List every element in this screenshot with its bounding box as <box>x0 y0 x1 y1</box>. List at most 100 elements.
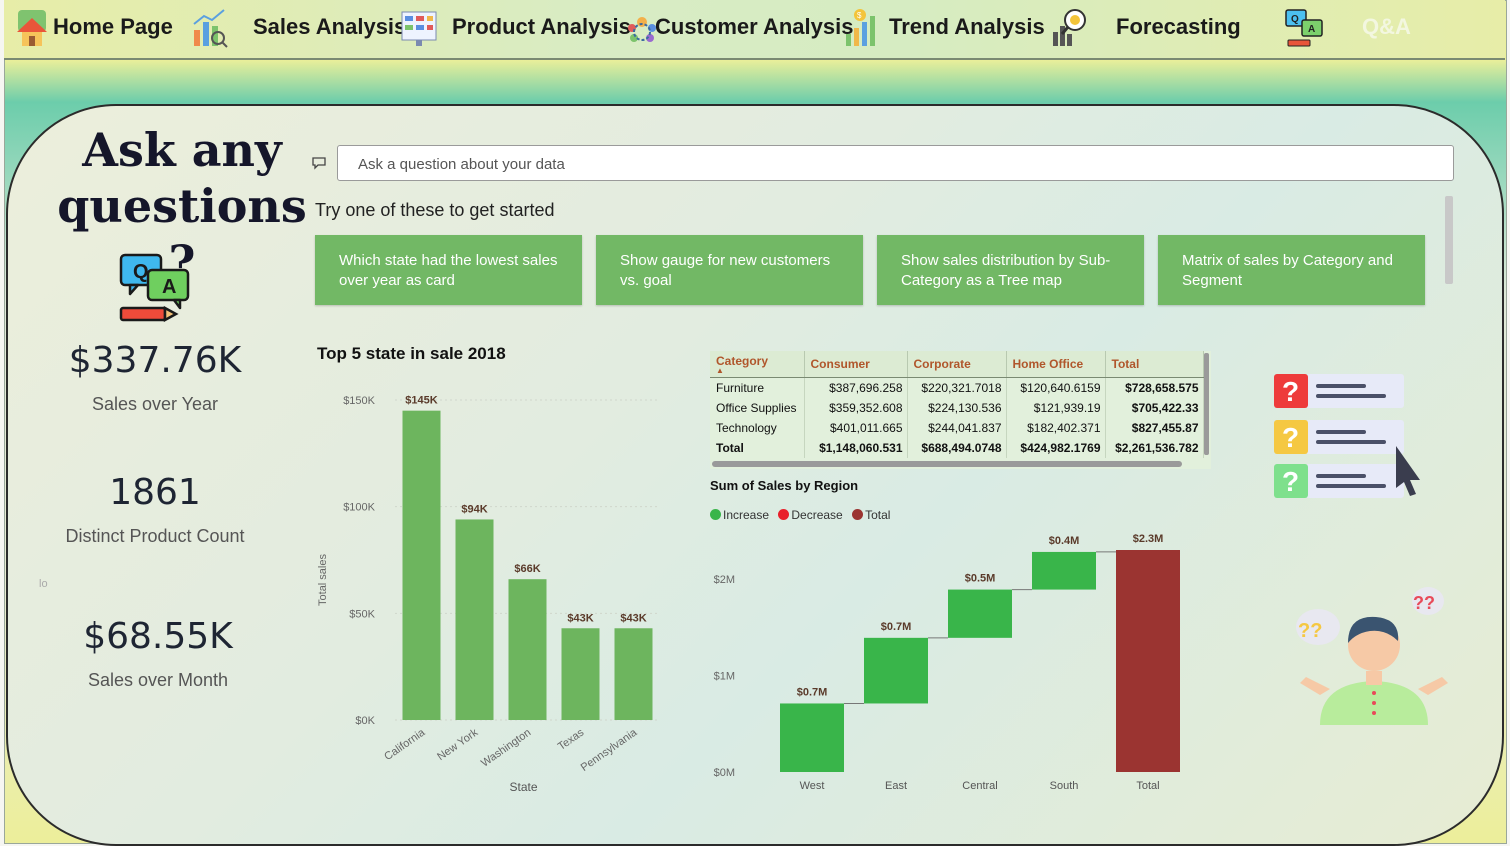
qa-scrollbar[interactable] <box>1445 196 1453 284</box>
matrix-cell: Total <box>710 438 805 458</box>
svg-text:?: ? <box>1282 376 1299 407</box>
waterfall-value-label: $0.4M <box>1049 535 1080 547</box>
legend-increase-dot <box>710 509 721 520</box>
matrix-cell: $182,402.371 <box>1006 418 1106 438</box>
matrix-cell: $387,696.258 <box>804 377 908 398</box>
suggestion-chip-lowest-state[interactable]: Which state had the lowest sales over ye… <box>315 235 582 305</box>
suggestion-chip-matrix-category-segment[interactable]: Matrix of sales by Category and Segment <box>1158 235 1425 305</box>
kpi-distinct-product-count-label: Distinct Product Count <box>65 526 245 546</box>
legend-total: Total <box>852 508 890 522</box>
waterfall-value-label: $0.7M <box>881 621 912 633</box>
bar-california <box>402 410 441 720</box>
matrix-cell: $244,041.837 <box>907 418 1007 438</box>
kpi-sales-over-year-value: $337.76K <box>68 340 242 381</box>
svg-text:$: $ <box>857 11 862 20</box>
waterfall-bar-west <box>780 703 844 772</box>
x-tick-label: East <box>885 780 907 792</box>
top-states-bar-chart: $0K $50K $100K $150K $145K California $94K New … <box>317 395 660 794</box>
waterfall-bar-east <box>864 637 928 704</box>
bar-value-label: $43K <box>567 612 593 624</box>
svg-text:A: A <box>1308 24 1315 35</box>
nav-product-analysis[interactable]: Product Analysis <box>452 14 631 40</box>
matrix-cell: $705,422.33 <box>1105 398 1204 418</box>
waterfall-bar-central <box>948 589 1012 638</box>
matrix-cell: Technology <box>710 418 805 438</box>
matrix-cell: Office Supplies <box>710 398 805 418</box>
svg-text:?: ? <box>1282 422 1299 453</box>
kpi-distinct-product-count-value: 1861 <box>109 472 201 513</box>
y-tick-label: $0K <box>355 715 375 727</box>
waterfall-value-label: $0.5M <box>965 573 996 585</box>
y-axis-title: Total sales <box>317 554 329 606</box>
x-tick-label: California <box>382 726 428 763</box>
kpi-sales-over-year-label: Sales over Year <box>91 394 219 414</box>
nav-forecasting[interactable]: Forecasting <box>1116 14 1241 40</box>
matrix-row-furniture: Furniture $387,696.258 $220,321.7018 $12… <box>710 377 1204 398</box>
matrix-header-row: Category ▲ Consumer Corporate Home Office… <box>710 351 1204 378</box>
qa-question-input[interactable] <box>356 148 1440 180</box>
matrix-header-home-office[interactable]: Home Office <box>1006 351 1106 378</box>
legend-decrease: Decrease <box>778 508 843 522</box>
matrix-horizontal-scrollbar[interactable] <box>712 461 1182 467</box>
matrix-cell: $401,011.665 <box>804 418 908 438</box>
bar-value-label: $94K <box>461 503 487 515</box>
waterfall-bar-total <box>1116 550 1180 772</box>
top-navigation-bar: Home Page Sales Analysis Product Analysi… <box>4 0 1505 60</box>
suggestion-chip-treemap-subcategory[interactable]: Show sales distribution by Sub-Category … <box>877 235 1144 305</box>
svg-text:Q: Q <box>1291 14 1299 25</box>
matrix-header-category[interactable]: Category ▲ <box>710 351 805 378</box>
legend-increase: Increase <box>710 508 769 522</box>
matrix-cell: $688,494.0748 <box>907 438 1007 458</box>
x-tick-label: West <box>800 780 825 792</box>
matrix-cell: $1,148,060.531 <box>804 438 908 458</box>
forecast-magnifier-icon <box>1053 9 1086 46</box>
waterfall-bar-south <box>1032 551 1096 590</box>
sales-matrix: Category ▲ Consumer Corporate Home Office… <box>710 351 1211 469</box>
bar-value-label: $145K <box>405 395 437 407</box>
svg-text:Q: Q <box>133 261 149 283</box>
svg-text:??: ?? <box>1413 593 1435 613</box>
bar-value-label: $43K <box>620 612 646 624</box>
trend-chart-icon: $ <box>846 9 875 46</box>
confused-person-illustration: ?? ?? <box>1296 587 1448 725</box>
matrix-vertical-scrollbar[interactable] <box>1204 353 1209 455</box>
ask-title-line1: Ask any <box>82 123 282 177</box>
qa-search-box[interactable] <box>337 145 1454 181</box>
matrix-row-total: Total $1,148,060.531 $688,494.0748 $424,… <box>710 438 1204 458</box>
x-tick-label: Pennsylvania <box>579 726 640 774</box>
kpi-sales-over-month-value: $68.55K <box>83 616 233 657</box>
waterfall-title: Sum of Sales by Region <box>710 478 859 493</box>
y-tick-label: $150K <box>343 395 375 407</box>
nav-trend-analysis[interactable]: Trend Analysis <box>889 14 1045 40</box>
legend-decrease-dot <box>778 509 790 520</box>
nav-qa[interactable]: Q&A <box>1362 14 1411 40</box>
matrix-cell: $827,455.87 <box>1105 418 1204 438</box>
waterfall-value-label: $2.3M <box>1133 533 1164 545</box>
matrix-cell: $2,261,536.782 <box>1105 438 1204 458</box>
x-tick-label: Texas <box>556 726 587 753</box>
stray-text: lo <box>39 578 48 590</box>
matrix-header-corporate[interactable]: Corporate <box>907 351 1007 378</box>
sales-by-region-waterfall-chart: $0M $1M $2M $0.7M West $0.7M East $0.5M Central $… <box>714 533 1180 792</box>
house-icon <box>17 10 47 46</box>
bar-new-york <box>455 519 494 720</box>
matrix-cell: Furniture <box>710 377 805 398</box>
nav-home-page[interactable]: Home Page <box>53 14 173 40</box>
question-list-illustration: ? ? ? <box>1274 374 1420 498</box>
x-tick-label: Washington <box>479 727 533 770</box>
nav-sales-analysis[interactable]: Sales Analysis <box>253 14 406 40</box>
chat-bubble-icon <box>312 157 326 170</box>
nav-customer-analysis[interactable]: Customer Analysis <box>655 14 853 40</box>
x-tick-label: New York <box>435 726 480 763</box>
svg-text:A: A <box>162 276 176 298</box>
matrix-row-technology: Technology $401,011.665 $244,041.837 $18… <box>710 418 1204 438</box>
qa-chat-icon: Q A <box>119 253 190 323</box>
x-tick-label: Central <box>962 780 997 792</box>
svg-text:??: ?? <box>1298 620 1322 642</box>
qa-chat-icon: Q A <box>1285 9 1323 47</box>
suggestion-chip-gauge-new-customers[interactable]: Show gauge for new customers vs. goal <box>596 235 863 305</box>
matrix-header-total[interactable]: Total <box>1105 351 1204 378</box>
matrix-header-consumer[interactable]: Consumer <box>804 351 908 378</box>
bar-chart-magnifier-icon <box>193 9 228 48</box>
waterfall-value-label: $0.7M <box>797 686 828 698</box>
